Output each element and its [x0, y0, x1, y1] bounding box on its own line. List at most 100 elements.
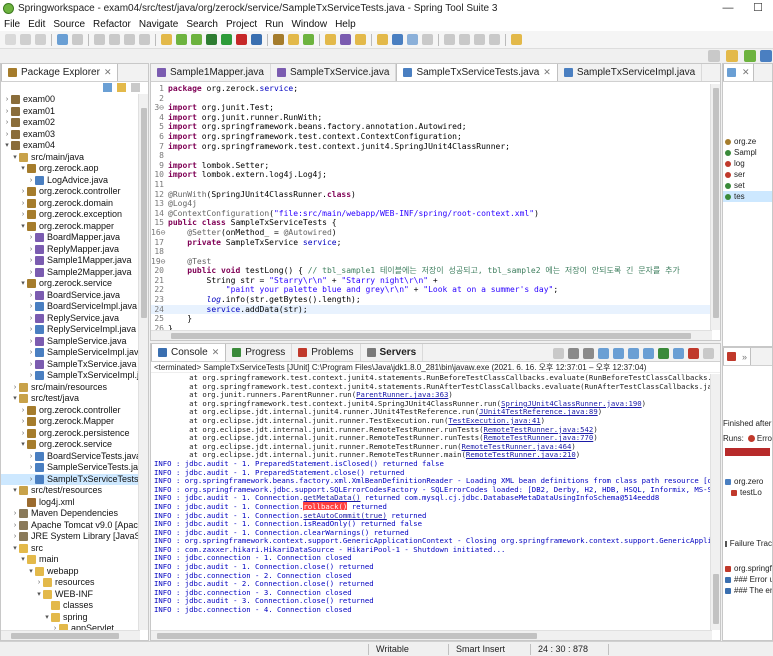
menu-run[interactable]: Run [265, 19, 283, 30]
collapsed-twisty-icon[interactable]: › [3, 117, 11, 129]
code-line[interactable]: 24 service.addData(str); [151, 304, 710, 315]
package-tree-item[interactable]: › Apache Tomcat v9.0 [Apach [1, 520, 138, 532]
expanded-twisty-icon[interactable]: ▾ [35, 589, 43, 601]
editor-tab[interactable]: SampleTxService.java [271, 64, 397, 81]
terminal-icon[interactable] [57, 34, 68, 45]
java-perspective-icon[interactable] [744, 50, 756, 62]
package-tree-item[interactable]: › org.zerock.domain [1, 198, 138, 210]
package-tree-item[interactable]: › src/main/resources [1, 382, 138, 394]
collapsed-twisty-icon[interactable]: › [3, 106, 11, 118]
menu-window[interactable]: Window [291, 19, 327, 30]
code-line[interactable]: 8 [151, 151, 710, 161]
collapsed-twisty-icon[interactable]: › [27, 347, 35, 359]
disconnect-icon[interactable] [139, 34, 150, 45]
paragraph-icon[interactable] [422, 34, 433, 45]
package-tree-item[interactable]: › BoardService.java [1, 290, 138, 302]
collapsed-twisty-icon[interactable]: › [27, 290, 35, 302]
package-tree-item[interactable]: ▾ src/test/java [1, 393, 138, 405]
editor-hscrollbar[interactable] [151, 330, 712, 340]
code-line[interactable]: 22 "paint your palette blue and grey\r\n… [151, 285, 710, 295]
remove-all-icon[interactable] [583, 348, 594, 359]
tab-package-explorer[interactable]: Package Explorer ✕ [1, 64, 119, 81]
package-tree-item[interactable]: › LogAdvice.java [1, 175, 138, 187]
console-maximize-icon[interactable] [703, 348, 714, 359]
collapsed-twisty-icon[interactable]: › [19, 209, 27, 221]
debug-icon[interactable] [206, 34, 217, 45]
package-tree-item[interactable]: ▾ spring [1, 612, 138, 624]
collapsed-twisty-icon[interactable]: › [19, 428, 27, 440]
code-line[interactable]: 20 public void testLong() { // tbl_sampl… [151, 266, 710, 276]
collapsed-twisty-icon[interactable]: › [11, 531, 19, 543]
editor-tab[interactable]: SampleTxServiceTests.java ✕ [396, 64, 558, 81]
package-tree-item[interactable]: › SampleTxServiceImpl.j [1, 370, 138, 382]
expanded-twisty-icon[interactable]: ▾ [19, 554, 27, 566]
debug-perspective-icon[interactable] [760, 50, 772, 62]
editor-tab[interactable]: Sample1Mapper.java [151, 64, 271, 81]
step-icon[interactable] [72, 34, 83, 45]
tab-outline[interactable]: ✕ [723, 64, 754, 81]
failure-trace-line[interactable]: ### Error u [723, 574, 772, 585]
package-tree-item[interactable]: ▾ WEB-INF [1, 589, 138, 601]
mark-occurrences-icon[interactable] [161, 34, 172, 45]
package-tree-item[interactable]: › Sample2Mapper.java [1, 267, 138, 279]
failure-trace-line[interactable]: org.springf [723, 563, 772, 574]
collapsed-twisty-icon[interactable]: › [27, 267, 35, 279]
package-tree-item[interactable]: ▾ webapp [1, 566, 138, 578]
stop-server-icon[interactable] [236, 34, 247, 45]
outline-item[interactable]: set [723, 180, 772, 191]
code-line[interactable]: 14 @ContextConfiguration("file:src/main/w… [151, 209, 710, 219]
open-perspective-icon[interactable] [726, 50, 738, 62]
collapsed-twisty-icon[interactable]: › [3, 129, 11, 141]
forward-icon[interactable] [489, 34, 500, 45]
code-line[interactable]: 3⊖ import org.junit.Test; [151, 103, 710, 113]
back-icon[interactable] [474, 34, 485, 45]
package-tree-item[interactable]: › SampleService.java [1, 336, 138, 348]
package-tree-item[interactable]: ▾ org.zerock.aop [1, 163, 138, 175]
code-line[interactable]: 1 package org.zerock.service; [151, 84, 710, 94]
collapsed-twisty-icon[interactable]: › [51, 623, 59, 630]
package-explorer-hscrollbar[interactable] [1, 630, 140, 640]
console-clear-icon[interactable] [553, 348, 564, 359]
new-package-icon[interactable] [288, 34, 299, 45]
editor-tab[interactable]: SampleTxServiceImpl.java [558, 64, 703, 81]
close-icon[interactable]: » [742, 352, 747, 362]
console-vscrollbar[interactable] [710, 374, 720, 630]
expanded-twisty-icon[interactable]: ▾ [11, 152, 19, 164]
spring-boot-icon[interactable] [176, 34, 187, 45]
expanded-twisty-icon[interactable]: ▾ [43, 612, 51, 624]
new-icon[interactable] [5, 34, 16, 45]
collapsed-twisty-icon[interactable]: › [27, 359, 35, 371]
package-tree-item[interactable]: classes [1, 600, 138, 612]
code-line[interactable]: 7 import org.springframework.test.context… [151, 142, 710, 152]
package-tree-item[interactable]: › exam02 [1, 117, 138, 129]
package-tree-item[interactable]: ▾ exam04 [1, 140, 138, 152]
code-line[interactable]: 19⊖ @Test [151, 257, 710, 267]
open-type-icon[interactable] [325, 34, 336, 45]
code-line[interactable]: 11 [151, 180, 710, 190]
outline-item[interactable]: Sampl [723, 147, 772, 158]
new-java-project-icon[interactable] [273, 34, 284, 45]
code-line[interactable]: 13 @Log4j [151, 199, 710, 209]
close-icon[interactable]: ✕ [104, 67, 112, 78]
expanded-twisty-icon[interactable]: ▾ [11, 543, 19, 555]
collapsed-twisty-icon[interactable]: › [11, 520, 19, 532]
collapsed-twisty-icon[interactable]: › [27, 232, 35, 244]
run-icon[interactable] [221, 34, 232, 45]
outline-item[interactable]: tes [723, 191, 772, 202]
package-tree-item[interactable]: › BoardServiceImpl.java [1, 301, 138, 313]
package-tree-item[interactable]: › org.zerock.exception [1, 209, 138, 221]
expanded-twisty-icon[interactable]: ▾ [19, 439, 27, 451]
expanded-twisty-icon[interactable]: ▾ [19, 221, 27, 233]
collapsed-twisty-icon[interactable]: › [19, 198, 27, 210]
scroll-lock-icon[interactable] [598, 348, 609, 359]
next-annotation-icon[interactable] [444, 34, 455, 45]
code-line[interactable]: 10 import lombok.extern.log4j.Log4j; [151, 170, 710, 180]
new-class-icon[interactable] [303, 34, 314, 45]
outline-item[interactable]: log [723, 158, 772, 169]
annotation-icon[interactable] [377, 34, 388, 45]
package-tree-item[interactable]: › ReplyMapper.java [1, 244, 138, 256]
show-whitespace-icon[interactable] [407, 34, 418, 45]
collapse-all-icon[interactable] [103, 83, 112, 92]
console-minimize-icon[interactable] [688, 348, 699, 359]
console-tab[interactable]: Console ✕ [151, 344, 227, 361]
